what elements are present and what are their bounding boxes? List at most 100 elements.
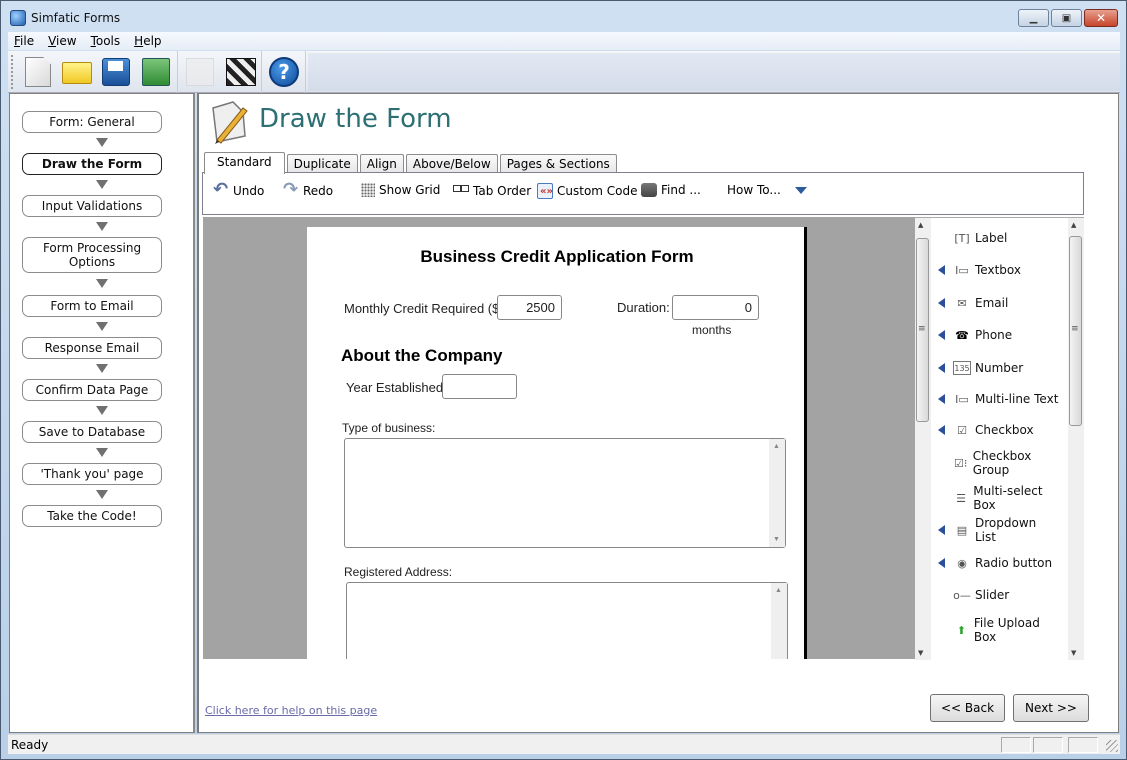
toolbox-item-textbox[interactable]: I▭ Textbox [931, 260, 1061, 280]
business-type-label[interactable]: Type of business: [342, 421, 435, 435]
form-design-canvas[interactable]: Business Credit Application Form Monthly… [203, 217, 915, 659]
redo-button[interactable]: Redo [283, 179, 333, 200]
toolbox-item-radio-button[interactable]: ◉ Radio button [931, 553, 1061, 573]
toolbox-item-file-upload-box[interactable]: ⬆ File Upload Box [931, 616, 1061, 644]
toolbox-item-phone[interactable]: ☎ Phone [931, 325, 1061, 345]
save-button[interactable] [100, 56, 132, 88]
step-thank-you-page[interactable]: 'Thank you' page [22, 463, 162, 485]
grid-icon [361, 183, 375, 197]
step-arrow-icon [96, 448, 108, 457]
toolbox-item-multi-select-box[interactable]: ☰ Multi-select Box [931, 484, 1061, 512]
minimize-button[interactable]: ▁ [1018, 9, 1049, 27]
form-title[interactable]: Business Credit Application Form [307, 247, 807, 267]
custom-code-button[interactable]: Custom Code [537, 183, 638, 199]
canvas-vertical-scrollbar[interactable]: ▲ ≡ ▼ [915, 218, 931, 660]
step-form-to-email[interactable]: Form to Email [22, 295, 162, 317]
show-grid-button[interactable]: Show Grid [361, 183, 440, 197]
year-established-input[interactable] [442, 374, 517, 399]
email-icon: ✉ [957, 296, 967, 310]
close-button[interactable]: ✕ [1084, 9, 1118, 27]
duration-input[interactable]: 0 [672, 295, 759, 320]
radio-button-icon: ◉ [957, 556, 967, 570]
step-response-email[interactable]: Response Email [22, 337, 162, 359]
preview-button[interactable] [224, 56, 256, 88]
help-button[interactable]: ? [268, 56, 300, 88]
toolbox-item-slider[interactable]: o— Slider [931, 585, 1061, 605]
toolbox-item-dropdown-list[interactable]: ▤ Dropdown List [931, 516, 1061, 544]
tools-button[interactable] [184, 56, 216, 88]
tab-align[interactable]: Align [359, 154, 404, 173]
textarea-scrollbar[interactable] [769, 439, 785, 547]
page-title: Draw the Form [259, 104, 452, 134]
wizard-steps-panel: Form: General Draw the Form Input Valida… [9, 93, 195, 733]
menu-help[interactable]: Help [134, 34, 161, 48]
duration-unit-label[interactable]: months [692, 323, 731, 337]
registered-address-label[interactable]: Registered Address: [344, 565, 452, 579]
status-text: Ready [11, 738, 49, 752]
file-upload-icon: ⬆ [956, 623, 966, 637]
multiline-text-icon: I▭ [955, 392, 969, 406]
step-form-processing-options[interactable]: Form Processing Options [22, 237, 162, 273]
toolbox-vertical-scrollbar[interactable]: ▲ ≡ ▼ [1068, 218, 1084, 660]
business-type-textarea[interactable] [344, 438, 786, 548]
resize-grip-icon[interactable] [1106, 740, 1118, 752]
window-title: Simfatic Forms [31, 11, 121, 25]
textarea-scrollbar[interactable] [771, 583, 787, 659]
help-link[interactable]: Click here for help on this page [205, 704, 377, 717]
toolbar-grip[interactable] [11, 55, 14, 89]
toolbox-item-number[interactable]: 135 Number [931, 358, 1061, 378]
scroll-up-icon[interactable]: ▲ [918, 221, 923, 229]
year-established-label[interactable]: Year Established: [346, 380, 447, 395]
step-draw-the-form[interactable]: Draw the Form [22, 153, 162, 175]
maximize-button[interactable]: ▣ [1051, 9, 1082, 27]
form-page: Business Credit Application Form Monthly… [307, 227, 807, 659]
main-toolbar: ? [8, 51, 1120, 93]
step-take-the-code[interactable]: Take the Code! [22, 505, 162, 527]
duration-label[interactable]: Duration: [617, 300, 670, 315]
toolbox-item-checkbox[interactable]: ☑ Checkbox [931, 420, 1061, 440]
section-heading[interactable]: About the Company [341, 346, 503, 366]
step-arrow-icon [96, 180, 108, 189]
textbox-icon: I▭ [955, 263, 969, 277]
toolbox-item-email[interactable]: ✉ Email [931, 293, 1061, 313]
tab-duplicate[interactable]: Duplicate [286, 154, 358, 173]
find-button[interactable]: Find ... [641, 183, 701, 197]
multi-select-icon: ☰ [956, 491, 966, 505]
toolbox-item-checkbox-group[interactable]: ☑⁝ Checkbox Group [931, 449, 1061, 477]
new-button[interactable] [22, 56, 54, 88]
save-as-button[interactable] [140, 56, 172, 88]
menu-tools[interactable]: Tools [91, 34, 121, 48]
next-button[interactable]: Next >> [1013, 694, 1089, 722]
undo-button[interactable]: Undo [213, 179, 264, 200]
monthly-credit-label[interactable]: Monthly Credit Required ($): [344, 301, 507, 316]
save-as-icon [142, 58, 170, 86]
insert-marker-icon [935, 330, 945, 340]
scroll-down-icon[interactable]: ▼ [918, 649, 923, 657]
open-button[interactable] [62, 56, 92, 88]
scroll-up-icon[interactable]: ▲ [1071, 221, 1076, 229]
how-to-dropdown[interactable]: How To... [727, 183, 807, 197]
checkbox-group-icon: ☑⁝ [954, 456, 968, 470]
step-save-to-database[interactable]: Save to Database [22, 421, 162, 443]
tab-standard[interactable]: Standard [204, 152, 285, 174]
tab-bar: Standard Duplicate Align Above/Below Pag… [204, 152, 619, 174]
phone-icon: ☎ [955, 328, 969, 342]
toolbox-item-multiline-text[interactable]: I▭ Multi-line Text [931, 389, 1061, 409]
step-confirm-data-page[interactable]: Confirm Data Page [22, 379, 162, 401]
menu-file[interactable]: File [14, 34, 34, 48]
title-bar: Simfatic Forms ▁ ▣ ✕ [1, 1, 1126, 33]
tab-order-button[interactable]: Tab Order [453, 183, 531, 199]
redo-icon [283, 179, 299, 200]
toolbox-item-label[interactable]: [T] Label [931, 228, 1061, 248]
help-circle-icon: ? [269, 57, 299, 87]
menu-view[interactable]: View [48, 34, 76, 48]
tab-pages-sections[interactable]: Pages & Sections [499, 154, 617, 173]
scroll-down-icon[interactable]: ▼ [1071, 649, 1076, 657]
insert-marker-icon [935, 558, 945, 568]
back-button[interactable]: << Back [930, 694, 1005, 722]
registered-address-textarea[interactable] [346, 582, 788, 659]
step-input-validations[interactable]: Input Validations [22, 195, 162, 217]
monthly-credit-input[interactable]: 2500 [497, 295, 562, 320]
tab-above-below[interactable]: Above/Below [405, 154, 498, 173]
step-form-general[interactable]: Form: General [22, 111, 162, 133]
